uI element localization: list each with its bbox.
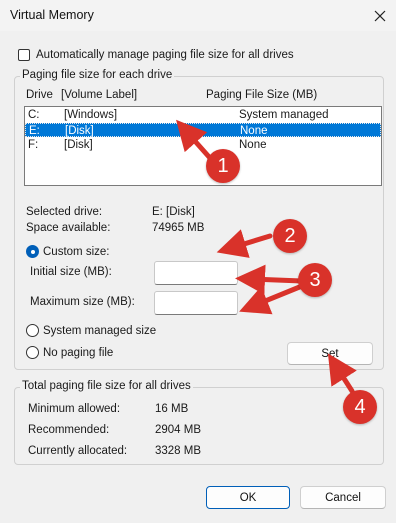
drive-letter: F: <box>28 139 39 151</box>
maximum-size-input[interactable] <box>154 291 238 315</box>
close-icon <box>374 10 386 22</box>
drive-paging-size: System managed <box>239 109 329 121</box>
drive-letter: C: <box>28 109 40 121</box>
checkbox-box[interactable] <box>18 49 30 61</box>
initial-size-label: Initial size (MB): <box>30 266 112 278</box>
selected-drive-label: Selected drive: <box>26 206 103 218</box>
radio-button[interactable] <box>26 245 39 258</box>
minimum-allowed-value: 16 MB <box>155 403 189 415</box>
custom-size-radio[interactable]: Custom size: <box>26 245 109 258</box>
drive-volume-label: [Windows] <box>64 109 118 121</box>
system-managed-label: System managed size <box>43 324 157 337</box>
radio-button[interactable] <box>26 346 39 359</box>
space-available-label: Space available: <box>26 222 111 234</box>
annotation-badge-4: 4 <box>343 390 377 424</box>
currently-allocated-value: 3328 MB <box>155 445 202 457</box>
close-button[interactable] <box>366 2 394 30</box>
no-paging-radio[interactable]: No paging file <box>26 346 113 359</box>
auto-manage-checkbox[interactable]: Automatically manage paging file size fo… <box>18 49 294 61</box>
annotation-badge-3: 3 <box>298 263 332 297</box>
auto-manage-label: Automatically manage paging file size fo… <box>36 49 294 61</box>
window-title: Virtual Memory <box>10 8 94 22</box>
set-button[interactable]: Set <box>287 342 373 365</box>
selected-drive-value: E: [Disk] <box>152 206 195 218</box>
drive-volume-label: [Disk] <box>64 139 93 151</box>
annotation-badge-2: 2 <box>273 219 307 253</box>
drive-volume-label: [Disk] <box>65 125 94 137</box>
radio-button[interactable] <box>26 324 39 337</box>
system-managed-radio[interactable]: System managed size <box>26 324 156 337</box>
drive-paging-size: None <box>239 139 267 151</box>
drive-row-e[interactable]: E: [Disk] None <box>25 123 381 137</box>
recommended-value: 2904 MB <box>155 424 202 436</box>
space-available-value: 74965 MB <box>152 222 205 234</box>
paging-group-legend: Paging file size for each drive <box>20 69 175 81</box>
currently-allocated-label: Currently allocated: <box>28 445 128 457</box>
header-drive: Drive <box>26 89 53 101</box>
drive-row-f[interactable]: F: [Disk] None <box>25 138 381 152</box>
no-paging-label: No paging file <box>43 346 114 359</box>
drive-row-c[interactable]: C: [Windows] System managed <box>25 108 381 122</box>
ok-button[interactable]: OK <box>206 486 290 509</box>
header-paging-size: Paging File Size (MB) <box>206 89 318 101</box>
drive-letter: E: <box>29 125 40 137</box>
initial-size-input[interactable] <box>154 261 238 285</box>
recommended-label: Recommended: <box>28 424 110 436</box>
cancel-button[interactable]: Cancel <box>300 486 386 509</box>
total-group-legend: Total paging file size for all drives <box>20 380 193 392</box>
minimum-allowed-label: Minimum allowed: <box>28 403 121 415</box>
maximum-size-label: Maximum size (MB): <box>30 296 135 308</box>
custom-size-label: Custom size: <box>43 245 110 258</box>
drive-paging-size: None <box>240 125 268 137</box>
drive-list[interactable]: C: [Windows] System managed E: [Disk] No… <box>24 106 382 186</box>
header-volume-label: [Volume Label] <box>61 89 138 101</box>
annotation-badge-1: 1 <box>206 149 240 183</box>
